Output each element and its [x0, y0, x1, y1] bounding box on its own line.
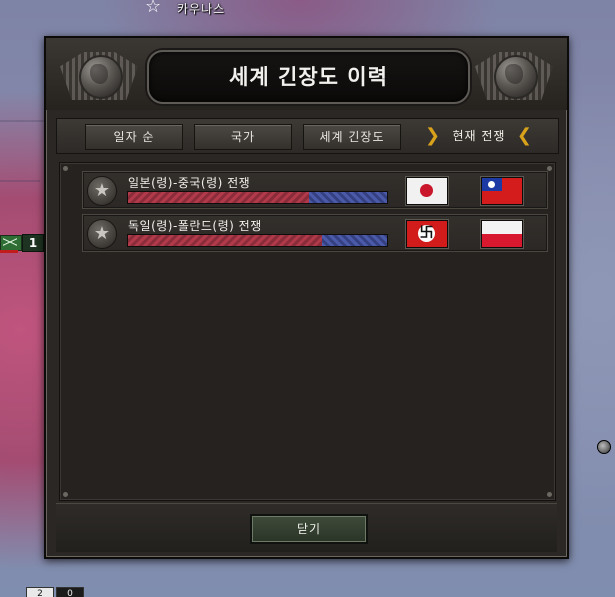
tab-countries[interactable]: 국가: [194, 124, 292, 150]
tab-by-date[interactable]: 일자 순: [85, 124, 183, 150]
bottom-counter-box[interactable]: 0: [56, 587, 84, 597]
attacker-score-fill: [128, 235, 323, 246]
war-score-bar: [127, 234, 388, 247]
tab-label: 국가: [230, 130, 256, 144]
globe-icon: [79, 55, 123, 99]
corner-rivet: [63, 166, 68, 171]
war-name: 일본(령)-중국(령) 전쟁: [128, 176, 251, 190]
title-plate: 세계 긴장도 이력: [147, 50, 470, 104]
army-unit-count[interactable]: 1: [22, 234, 44, 252]
war-row[interactable]: ★ 독일(령)-폴란드(령) 전쟁 卐: [82, 214, 548, 252]
window-title: 세계 긴장도 이력: [229, 65, 388, 89]
tab-label: 일자 순: [113, 130, 155, 144]
unit-strength-bar: [0, 250, 18, 253]
map-border-line: [0, 120, 50, 122]
attacker-score-fill: [128, 192, 310, 203]
tab-label: 세계 긴장도: [319, 130, 385, 144]
globe-emblem-icon: [475, 44, 553, 106]
flag-sun: [488, 181, 495, 188]
tab-label: 현재 전쟁: [452, 129, 506, 143]
army-unit-icon[interactable]: [0, 235, 22, 251]
corner-rivet: [63, 492, 68, 497]
map-marker-icon[interactable]: [597, 440, 611, 454]
swastika-icon: 卐: [419, 225, 434, 241]
germany-flag-icon[interactable]: 卐: [406, 220, 448, 248]
china-flag-icon[interactable]: [481, 177, 523, 205]
star-icon: ★: [87, 219, 117, 249]
star-icon: ★: [87, 176, 117, 206]
war-row[interactable]: ★ 일본(령)-중국(령) 전쟁: [82, 171, 548, 209]
tab-current-wars[interactable]: ❯ 현재 전쟁 ❮: [425, 124, 533, 148]
chevron-left-icon: ❮: [516, 125, 533, 146]
chevron-right-icon: ❯: [425, 125, 442, 146]
map-border-line: [0, 180, 40, 182]
globe-emblem-icon: [60, 44, 138, 106]
close-button[interactable]: 닫기: [250, 514, 368, 544]
poland-flag-icon[interactable]: [481, 220, 523, 248]
flag-sun: [420, 184, 433, 197]
war-name: 독일(령)-폴란드(령) 전쟁: [128, 219, 262, 233]
tab-bar: 일자 순 국가 세계 긴장도 ❯ 현재 전쟁 ❮: [56, 118, 559, 154]
corner-rivet: [547, 492, 552, 497]
window-footer: 닫기: [56, 503, 557, 552]
city-label[interactable]: 카우나스: [177, 0, 225, 17]
bottom-counter-box[interactable]: 2: [26, 587, 54, 597]
world-tension-history-window: 세계 긴장도 이력 일자 순 국가 세계 긴장도 ❯ 현재 전쟁 ❮ ★ 일본(…: [44, 36, 569, 559]
tab-world-tension[interactable]: 세계 긴장도: [303, 124, 401, 150]
war-list[interactable]: ★ 일본(령)-중국(령) 전쟁 ★ 독일(령)-폴란드(령) 전쟁 卐: [59, 162, 556, 501]
war-score-bar: [127, 191, 388, 204]
globe-icon: [494, 55, 538, 99]
window-header: 세계 긴장도 이력: [46, 38, 567, 110]
japan-flag-icon[interactable]: [406, 177, 448, 205]
defender-score-fill: [309, 192, 387, 203]
city-star-icon[interactable]: ☆: [145, 0, 161, 16]
defender-score-fill: [322, 235, 387, 246]
